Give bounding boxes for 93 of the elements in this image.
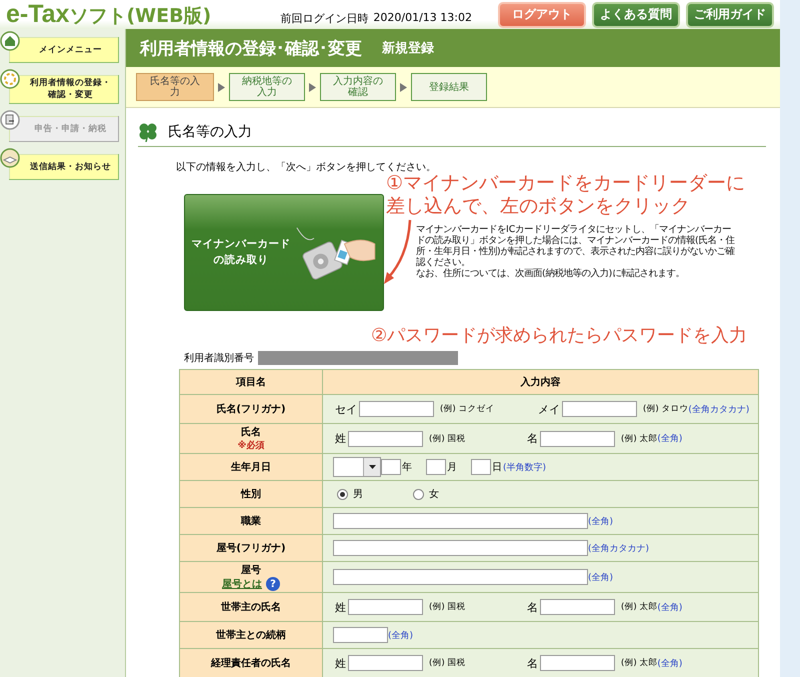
text-input-field[interactable] (540, 430, 615, 446)
radio-button[interactable] (413, 488, 424, 500)
sidebar-menu-item[interactable]: メインメニュー (9, 37, 119, 63)
section-title: 氏名等の入力 (168, 123, 252, 141)
radio-label: 女 (429, 488, 439, 501)
user-id-label: 利用者識別番号 (184, 352, 254, 365)
year-era-dropdown[interactable] (333, 457, 381, 477)
step-indicator: 登録結果 (411, 73, 487, 101)
field-label: 世帯主との続柄 (180, 622, 322, 648)
field-prefix: 姓 (335, 656, 346, 670)
page-subtitle: 新規登録 (382, 40, 434, 57)
field-label: 屋号(フリガナ) (180, 534, 322, 562)
card-reader-button[interactable]: マイナンバーカードの読み取り (184, 194, 384, 311)
step-arrow-icon (218, 82, 225, 92)
text-input-field[interactable] (348, 430, 423, 446)
field-prefix: 姓 (335, 431, 346, 446)
example-text: (例) コクゼイ (440, 403, 496, 415)
text-input-field[interactable] (359, 401, 434, 417)
field-label: 経理責任者の氏名 (180, 648, 322, 677)
help-icon[interactable]: ? (266, 577, 280, 591)
field-prefix: メイ (538, 402, 560, 416)
text-input-field[interactable] (348, 655, 423, 671)
last-login-label: 前回ログイン日時 (280, 11, 368, 26)
annotation-text: ①マイナンバーカードをカードリーダーに差し込んで、左のボタンをクリック (386, 172, 746, 218)
step-arrow-icon (400, 82, 407, 92)
field-label: 屋号 (241, 564, 261, 577)
step-indicator: 入力内容の確認 (320, 73, 396, 101)
sidebar-menu-item[interactable]: 送信結果・お知らせ (9, 154, 119, 180)
input-hint: (全角カタカナ) (588, 542, 650, 554)
text-input-field[interactable] (333, 513, 588, 529)
example-text: (例) 国税 (429, 601, 466, 613)
text-input-field[interactable] (540, 599, 615, 615)
field-label: 生年月日 (180, 454, 322, 480)
text-input-field[interactable] (333, 569, 588, 585)
help-link[interactable]: 屋号とは (222, 577, 262, 591)
annotation-text: ②パスワードが求められたらパスワードを入力 (371, 324, 748, 347)
input-hint: (全角) (657, 658, 682, 670)
header-link-button[interactable]: ご利用ガイド (686, 2, 774, 28)
field-prefix: 姓 (335, 600, 346, 614)
annotation-arrow (384, 218, 414, 286)
example-text: (例) 国税 (429, 432, 466, 444)
field-label: 氏名 (241, 426, 261, 439)
input-hint: (全角カタカナ) (688, 404, 750, 416)
page-title: 利用者情報の登録･確認･変更 (140, 38, 362, 60)
last-login-time: 2020/01/13 13:02 (373, 11, 472, 26)
field-prefix: 名 (527, 431, 538, 446)
required-mark: ※必須 (238, 439, 264, 452)
instruction-text: マイナンバーカードをICカードリーダライタにセットし、「マイナンバーカードの読み取り」ボタンを押した場合には、マイナンバーカードの情報(氏名・住所・生年月日・性別)が転記されますので、表示された内容に誤りがないかご確認ください。 なお、住所については、次画面(納税地等の入力)に転記されます。 (416, 224, 736, 279)
document-icon (0, 110, 20, 130)
date-unit: 年 (402, 461, 412, 474)
column-header: 入力内容 (322, 370, 758, 394)
input-hint: (全角) (657, 432, 682, 445)
text-input-field[interactable] (540, 655, 615, 671)
clover-icon (138, 122, 158, 142)
radio-button[interactable] (337, 488, 348, 500)
text-input-field[interactable] (333, 627, 388, 643)
logo-subtitle: ソフト(WEB版) (69, 4, 212, 29)
logo-text: e-Tax (6, 0, 70, 29)
step-indicator: 納税地等の入力 (229, 73, 305, 101)
example-text: (例) 太郎 (621, 432, 658, 444)
field-prefix: 名 (527, 600, 538, 614)
input-hint: (全角) (657, 602, 682, 614)
caret-icon (368, 465, 376, 469)
header-link-button[interactable]: よくある質問 (592, 2, 680, 28)
example-text: (例) タロウ (643, 403, 688, 415)
text-input-field[interactable] (381, 459, 401, 475)
intro-text: 以下の情報を入力し、「次へ」ボタンを押してください。 (176, 160, 437, 174)
text-input-field[interactable] (562, 401, 637, 417)
radio-label: 男 (353, 488, 363, 501)
example-text: (例) 太郎 (621, 601, 658, 613)
input-hint: (半角数字) (503, 462, 546, 474)
field-prefix: 名 (527, 656, 538, 670)
input-hint: (全角) (388, 630, 414, 642)
field-label: 性別 (180, 480, 322, 508)
input-hint: (全角) (588, 572, 614, 584)
field-prefix: セイ (335, 402, 357, 416)
date-unit: 日 (492, 461, 502, 474)
step-indicator: 氏名等の入力 (136, 73, 214, 101)
column-header: 項目名 (180, 370, 322, 394)
example-text: (例) 国税 (429, 657, 466, 669)
text-input-field[interactable] (426, 459, 446, 475)
house-icon (0, 31, 20, 51)
sidebar-menu-item[interactable]: 利用者情報の登録・確認・変更 (9, 75, 119, 104)
input-hint: (全角) (588, 516, 614, 528)
field-label: 氏名(フリガナ) (180, 394, 322, 424)
text-input-field[interactable] (471, 459, 491, 475)
text-input-field[interactable] (333, 540, 588, 556)
field-label: 世帯主の氏名 (180, 592, 322, 622)
example-text: (例) 太郎 (621, 657, 658, 669)
step-arrow-icon (309, 82, 316, 92)
date-unit: 月 (447, 461, 457, 474)
field-label: 職業 (180, 508, 322, 534)
text-input-field[interactable] (348, 599, 423, 615)
